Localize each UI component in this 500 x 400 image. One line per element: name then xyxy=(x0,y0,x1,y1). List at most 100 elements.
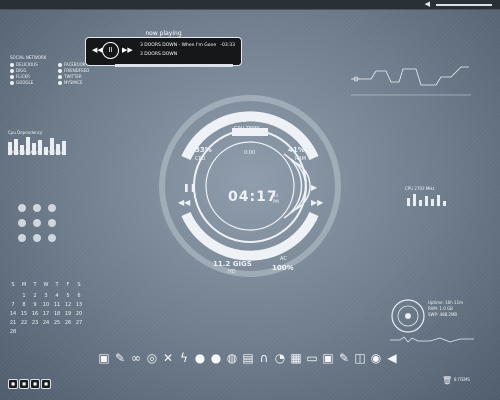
dock: ▣ ✎ ∞ ◎ ✕ ϟ ● ● ◍ ▤ ∩ ◔ ▦ ▭ ▣ ✎ ◫ ◉ ◀ xyxy=(96,350,402,368)
dot-button[interactable] xyxy=(48,204,56,212)
social-item[interactable]: FACEBOOK xyxy=(58,62,86,67)
calendar-day[interactable]: 15 xyxy=(19,311,29,317)
fast-forward-icon[interactable]: ▶▶ xyxy=(311,198,323,207)
calendar-day[interactable]: 10 xyxy=(41,302,51,308)
calendar-day[interactable]: 14 xyxy=(8,311,18,317)
speaker-icon[interactable]: ◀ xyxy=(384,350,400,366)
link-icon[interactable]: ∞ xyxy=(128,350,144,366)
music-icon[interactable]: ♫ xyxy=(185,215,192,224)
calendar-day[interactable]: 9 xyxy=(30,302,40,308)
dot-button[interactable] xyxy=(18,204,26,212)
dot-button[interactable] xyxy=(18,234,26,242)
calendar-day[interactable]: 26 xyxy=(63,320,73,326)
lightning-icon[interactable]: ϟ xyxy=(176,350,192,366)
calendar-day[interactable]: 20 xyxy=(74,311,84,317)
calendar-day[interactable]: 16 xyxy=(30,311,40,317)
system-tick xyxy=(419,200,422,206)
search-icon[interactable]: ◎ xyxy=(144,350,160,366)
system-tick xyxy=(407,198,410,206)
track-line-2: 3 DOORS DOWN xyxy=(140,52,178,57)
cpu-panel: Cpu Dependency CPU 2703 MHz 10% 67% xyxy=(8,130,78,160)
clock-seconds: 44 xyxy=(273,193,279,198)
meter-dial xyxy=(391,299,425,333)
playback-progress-bar[interactable] xyxy=(115,64,233,67)
power-icon[interactable]: ⏻ xyxy=(311,215,317,225)
mini-button[interactable]: ■ xyxy=(41,379,51,389)
hud-widget: 0 C CPU TEMP 33% CPU 41% RAM 0:00 04:17 … xyxy=(140,88,360,278)
social-item[interactable]: MYSPACE xyxy=(58,80,83,85)
ac-percent: 100% xyxy=(272,264,294,272)
disc-icon[interactable]: ◍ xyxy=(224,350,240,366)
play-icon[interactable]: ▶ xyxy=(311,183,317,192)
clock-time: 04:17 xyxy=(228,189,278,205)
social-item[interactable]: FRIENDFEED xyxy=(58,68,89,73)
dot-button[interactable] xyxy=(48,234,56,242)
photos-icon[interactable]: ▣ xyxy=(320,350,336,366)
trash-icon[interactable]: 🗑 xyxy=(442,376,452,385)
calendar-day[interactable]: 4 xyxy=(52,293,62,299)
image-icon[interactable]: ▦ xyxy=(288,350,304,366)
magnet-icon[interactable]: ∩ xyxy=(256,350,272,366)
calendar-day[interactable]: 23 xyxy=(30,320,40,326)
dot-button[interactable] xyxy=(33,234,41,242)
computer-icon[interactable]: ▣ xyxy=(96,350,112,366)
calendar-day[interactable]: 3 xyxy=(41,293,51,299)
chat-icon[interactable]: ◔ xyxy=(272,350,288,366)
wrench-icon[interactable]: ✎ xyxy=(112,350,128,366)
social-item[interactable]: GOOGLE xyxy=(10,80,33,85)
dot-button[interactable] xyxy=(18,219,26,227)
calendar-day[interactable]: 5 xyxy=(63,293,73,299)
dot-button[interactable] xyxy=(48,219,56,227)
mini-buttons: ■ ■ ■ ■ xyxy=(8,370,52,389)
calendar-header: S xyxy=(77,282,81,288)
calendar-day[interactable]: 24 xyxy=(41,320,51,326)
dot-button[interactable] xyxy=(33,219,41,227)
gamepad-icon[interactable]: ▭ xyxy=(304,350,320,366)
calendar-day[interactable]: 19 xyxy=(63,311,73,317)
mini-button[interactable]: ■ xyxy=(19,379,29,389)
close-icon[interactable]: ✕ xyxy=(160,350,176,366)
bag-icon[interactable]: ◫ xyxy=(352,350,368,366)
calendar-day[interactable]: 8 xyxy=(19,302,29,308)
calendar-header: T xyxy=(33,282,37,288)
camera-icon[interactable]: ▤ xyxy=(240,350,256,366)
mini-button[interactable]: ■ xyxy=(30,379,40,389)
calendar-day[interactable]: 13 xyxy=(74,302,84,308)
calendar-day[interactable]: 18 xyxy=(52,311,62,317)
pause-icon[interactable]: II xyxy=(102,42,119,59)
cpu-temp-label: CPU TEMP xyxy=(234,126,260,132)
hud-rings xyxy=(159,95,341,277)
pencil-icon[interactable]: ✎ xyxy=(336,350,352,366)
calendar-day[interactable]: 21 xyxy=(8,320,18,326)
power-icon[interactable]: ● xyxy=(192,350,208,366)
calendar-day[interactable]: 1 xyxy=(19,293,29,299)
calendar-day[interactable]: 17 xyxy=(41,311,51,317)
calendar-day[interactable]: 28 xyxy=(8,329,18,335)
calendar-day[interactable]: 11 xyxy=(52,302,62,308)
system-tick xyxy=(443,201,446,206)
calendar-day[interactable]: 22 xyxy=(19,320,29,326)
cpu-frequency: CPU 2703 MHz xyxy=(8,150,38,155)
speaker-icon[interactable]: ◀ xyxy=(425,0,430,8)
dot-button[interactable] xyxy=(33,204,41,212)
volume-slider[interactable] xyxy=(436,4,492,6)
mini-button[interactable]: ■ xyxy=(8,379,18,389)
disc-2-icon[interactable]: ◉ xyxy=(368,350,384,366)
top-bar: ◀ xyxy=(0,0,500,10)
social-item[interactable]: TWITTER xyxy=(58,74,82,79)
social-item[interactable]: DELICIOUS xyxy=(10,62,38,67)
next-icon[interactable]: ▶▶ xyxy=(122,46,133,54)
calendar-day[interactable]: 6 xyxy=(74,293,84,299)
calendar-day[interactable]: 7 xyxy=(8,302,18,308)
calendar-header: M xyxy=(21,282,27,288)
calendar-day[interactable]: 25 xyxy=(52,320,62,326)
rewind-icon[interactable]: ◀◀ xyxy=(178,198,190,207)
social-item[interactable]: DIGG xyxy=(10,68,26,73)
calendar-day[interactable]: 2 xyxy=(30,293,40,299)
firefox-icon[interactable]: ● xyxy=(208,350,224,366)
calendar-day[interactable]: 12 xyxy=(63,302,73,308)
calendar-day[interactable]: 27 xyxy=(74,320,84,326)
social-item[interactable]: FLICKR xyxy=(10,74,30,79)
pause-icon[interactable]: ❚❚ xyxy=(183,183,196,192)
ram-label: RAM xyxy=(295,156,307,162)
